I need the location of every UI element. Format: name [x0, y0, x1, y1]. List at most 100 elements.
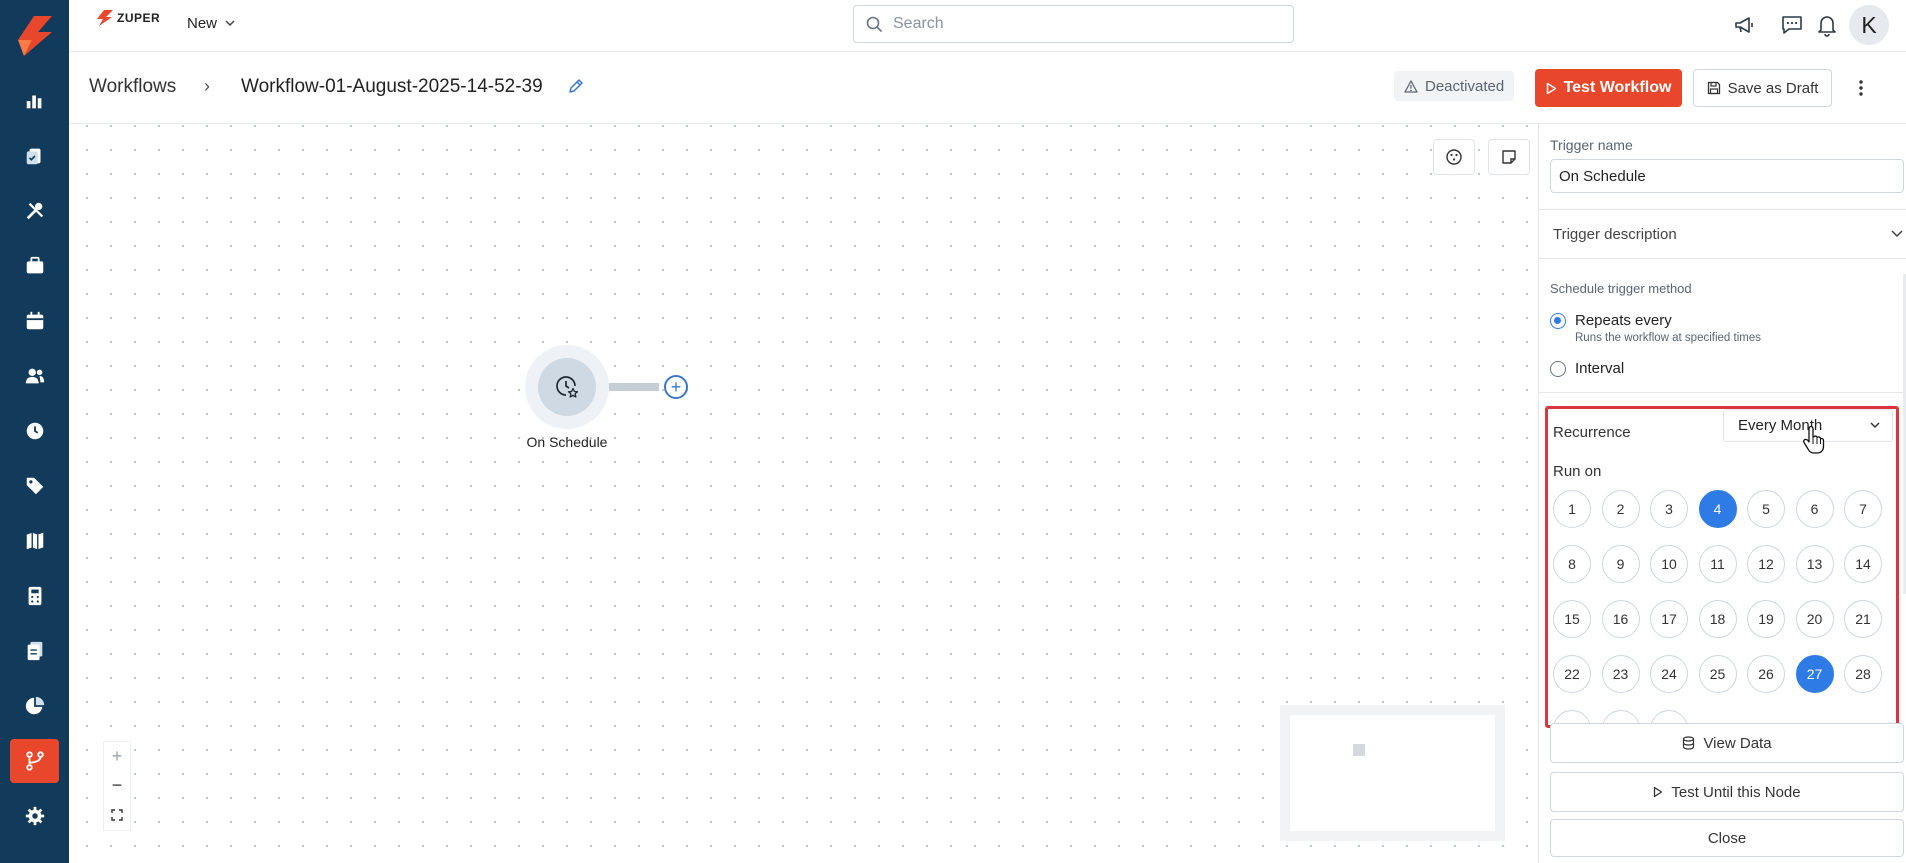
edit-pencil-icon[interactable] [567, 77, 585, 95]
radio-subtitle: Runs the workflow at specified times [1575, 332, 1761, 344]
schedule-trigger-node[interactable] [525, 345, 609, 429]
day-option[interactable]: 21 [1844, 600, 1882, 638]
minimap-viewport [1290, 715, 1495, 831]
day-option[interactable]: 27 [1795, 655, 1834, 693]
day-option[interactable]: 1 [1553, 490, 1591, 528]
zuper-mark-icon [97, 10, 113, 26]
save-as-draft-button[interactable]: Save as Draft [1693, 69, 1832, 107]
fit-view-icon [111, 809, 123, 822]
test-workflow-label: Test Workflow [1563, 79, 1672, 96]
day-option[interactable]: 11 [1698, 545, 1737, 583]
workflow-header: Workflows › Workflow-01-August-2025-14-5… [69, 52, 1906, 124]
tag-icon [26, 477, 43, 495]
breadcrumb-separator: › [204, 76, 210, 96]
search-input[interactable] [893, 15, 1273, 33]
test-workflow-button[interactable]: Test Workflow [1535, 69, 1682, 107]
zoom-in-button[interactable]: + [103, 742, 131, 771]
sidebar-item-calendar[interactable] [10, 299, 59, 343]
radio-button[interactable] [1550, 361, 1566, 377]
day-option[interactable]: 5 [1747, 490, 1785, 528]
day-option[interactable]: 6 [1795, 490, 1834, 528]
day-option[interactable]: 23 [1601, 655, 1640, 693]
zoom-out-button[interactable]: − [103, 771, 131, 800]
customers-icon [25, 368, 44, 384]
chat-icon[interactable] [1778, 11, 1806, 39]
breadcrumb-workflows[interactable]: Workflows [89, 76, 176, 98]
radio-title: Interval [1575, 360, 1625, 377]
day-option[interactable]: 4 [1698, 490, 1737, 528]
sidebar-item-tag[interactable] [10, 464, 59, 508]
day-option[interactable]: 3 [1650, 490, 1688, 528]
zuper-logo[interactable] [12, 14, 56, 58]
day-option[interactable]: 22 [1553, 655, 1591, 693]
day-option[interactable]: 26 [1747, 655, 1785, 693]
day-option[interactable]: 20 [1795, 600, 1834, 638]
brand-logo[interactable]: ZUPER [95, 10, 160, 26]
calculator-icon [28, 586, 41, 606]
day-option[interactable]: 15 [1553, 600, 1591, 638]
user-avatar[interactable]: K [1849, 5, 1889, 45]
workflow-icon [25, 751, 44, 771]
sticky-note-icon[interactable] [1488, 139, 1530, 175]
top-bar: ZUPER New K [69, 0, 1906, 52]
workflow-canvas[interactable]: + On Schedule + − [69, 124, 1538, 863]
day-option[interactable]: 25 [1698, 655, 1737, 693]
day-option[interactable]: 18 [1698, 600, 1737, 638]
sidebar-item-workflow[interactable] [10, 739, 59, 783]
day-option[interactable]: 9 [1601, 545, 1640, 583]
trigger-name-input[interactable] [1550, 159, 1904, 193]
sidebar-item-reports[interactable] [10, 684, 59, 728]
save-icon [1707, 81, 1720, 95]
radio-button[interactable] [1550, 313, 1566, 329]
sidebar-item-briefcase[interactable] [10, 244, 59, 288]
sidebar-item-customers[interactable] [10, 354, 59, 398]
chevron-down-icon [1870, 422, 1880, 429]
view-data-button[interactable]: View Data [1550, 723, 1904, 763]
more-options-icon[interactable] [1851, 74, 1871, 102]
day-option[interactable]: 28 [1844, 655, 1882, 693]
sidebar-item-settings[interactable] [10, 794, 59, 838]
day-option[interactable]: 12 [1747, 545, 1785, 583]
day-option[interactable]: 14 [1844, 545, 1882, 583]
minimap[interactable] [1280, 705, 1505, 841]
auto-layout-icon[interactable] [1433, 139, 1475, 175]
announcement-icon[interactable] [1730, 11, 1758, 39]
add-node-button[interactable]: + [664, 375, 688, 399]
new-menu-label: New [187, 15, 218, 32]
play-icon [1654, 786, 1663, 798]
schedule-method-label: Schedule trigger method [1550, 281, 1692, 296]
radio-repeats-every[interactable]: Repeats every Runs the workflow at speci… [1550, 312, 1761, 344]
day-option[interactable]: 2 [1601, 490, 1640, 528]
sidebar-item-jobs[interactable] [10, 134, 59, 178]
sidebar-item-timesheet[interactable] [10, 409, 59, 453]
radio-title: Repeats every [1575, 312, 1672, 329]
day-option[interactable]: 10 [1650, 545, 1688, 583]
hand-cursor-icon [1803, 425, 1825, 454]
day-option[interactable]: 24 [1650, 655, 1688, 693]
day-grid: 1 2 3 4 5 6 7 8 9 10 11 12 13 14 15 16 17 18 19 20 21 22 23 24 2… [1553, 490, 1882, 725]
trigger-description-accordion[interactable]: Trigger description [1539, 209, 1906, 259]
notification-bell-icon[interactable] [1813, 11, 1841, 39]
day-option[interactable]: 17 [1650, 600, 1688, 638]
day-option[interactable]: 19 [1747, 600, 1785, 638]
global-search[interactable] [853, 5, 1294, 43]
sidebar-item-documents[interactable] [10, 629, 59, 673]
sidebar-item-dashboard[interactable] [10, 79, 59, 123]
sidebar-item-calculator[interactable] [10, 574, 59, 618]
radio-interval[interactable]: Interval [1550, 360, 1624, 377]
brand-name: ZUPER [117, 11, 161, 25]
warning-icon [1404, 79, 1418, 93]
fit-view-button[interactable] [103, 801, 131, 830]
play-icon [1546, 82, 1556, 94]
sidebar-item-map[interactable] [10, 519, 59, 563]
trigger-settings-panel: Trigger name Trigger description Schedul… [1538, 124, 1906, 863]
day-option[interactable]: 13 [1795, 545, 1834, 583]
new-menu-button[interactable]: New [187, 15, 235, 32]
day-option[interactable]: 8 [1553, 545, 1591, 583]
day-option[interactable]: 16 [1601, 600, 1640, 638]
test-until-node-button[interactable]: Test Until this Node [1550, 772, 1904, 812]
sidebar-item-tools[interactable] [10, 189, 59, 233]
day-option[interactable]: 7 [1844, 490, 1882, 528]
close-button[interactable]: Close [1550, 819, 1904, 857]
dashboard-icon [26, 95, 41, 109]
